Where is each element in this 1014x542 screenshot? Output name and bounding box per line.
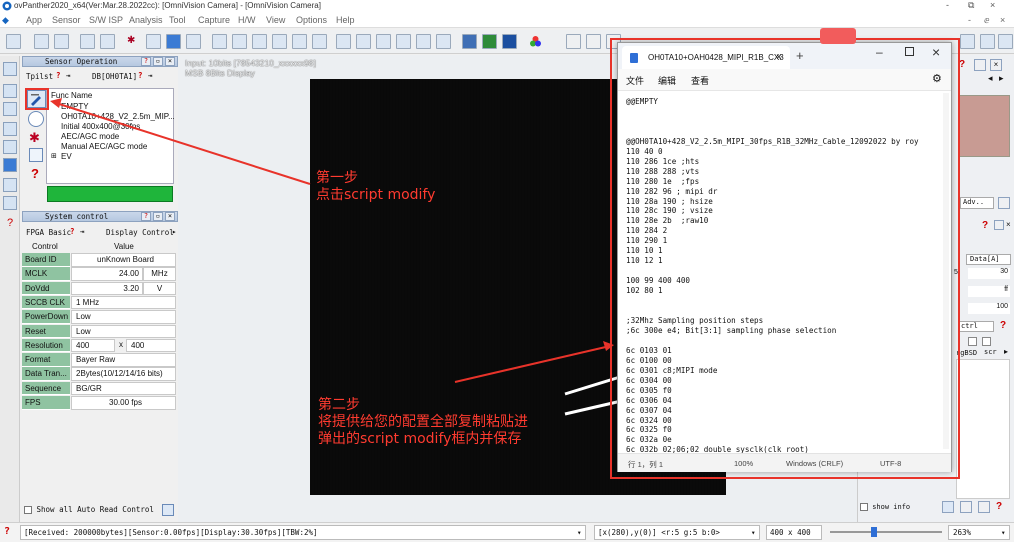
step2-title: 第二步 — [318, 397, 360, 413]
step1-annotation: 第一步 点击script modify — [316, 170, 435, 204]
chevron-down-icon: ▾ — [751, 528, 756, 537]
step2-line1: 将提供给您的配置全部复制粘贴进 — [318, 414, 528, 430]
resolution-display: 400 x 400 — [766, 525, 822, 540]
status-bar: ? [Received: 200000bytes][Sensor:0.00fps… — [0, 522, 1014, 542]
step2-line2: 弹出的script modify框内并保存 — [318, 431, 522, 447]
step1-title: 第一步 — [316, 170, 358, 186]
chevron-down-icon: ▾ — [577, 528, 582, 537]
zoom-value: 263% — [953, 528, 972, 537]
received-info-select[interactable]: [Received: 200000bytes][Sensor:0.00fps][… — [20, 525, 586, 540]
zoom-slider-thumb[interactable] — [871, 527, 877, 537]
pixel-coords: [x(280),y(0)] <r:5 g:5 b:0> — [598, 528, 720, 537]
help-icon[interactable]: ? — [4, 526, 10, 537]
step2-annotation: 第二步 将提供给您的配置全部复制粘贴进 弹出的script modify框内并保… — [318, 397, 528, 448]
received-info: [Received: 200000bytes][Sensor:0.00fps][… — [24, 528, 318, 537]
resolution-value: 400 x 400 — [770, 528, 811, 537]
annotation-arrows — [50, 98, 614, 383]
zoom-slider[interactable] — [830, 531, 942, 533]
pixel-info-select[interactable]: [x(280),y(0)] <r:5 g:5 b:0> ▾ — [594, 525, 760, 540]
chevron-down-icon: ▾ — [1001, 528, 1006, 537]
zoom-select[interactable]: 263% ▾ — [948, 525, 1010, 540]
step1-text: 点击script modify — [316, 187, 436, 203]
